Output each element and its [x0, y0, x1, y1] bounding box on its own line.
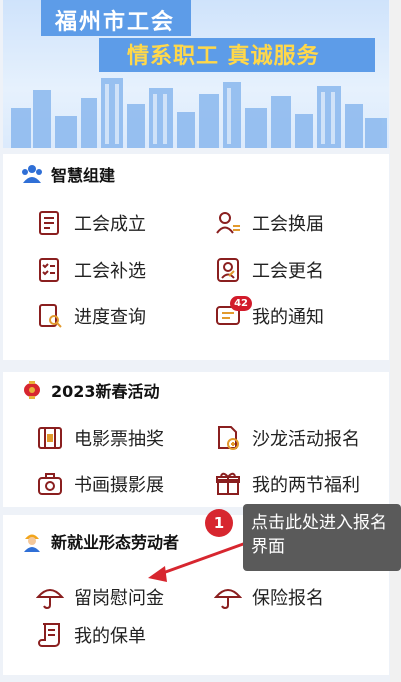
umbrella-icon: [213, 583, 243, 611]
item-label: 沙龙活动报名: [252, 429, 360, 450]
tutorial-tooltip: 点击此处进入报名界面: [243, 504, 401, 571]
worker-icon: [21, 530, 43, 552]
item-union-rename[interactable]: 工会更名: [214, 256, 324, 284]
item-insurance-signup[interactable]: 保险报名: [213, 583, 324, 611]
item-label: 进度查询: [74, 307, 146, 328]
building-doc-icon: [36, 209, 64, 237]
section-card-smart-build: 智慧组建 工会成立 工会换届 工会补选 工会更名 进度查询 42 我的通知: [3, 154, 389, 360]
section-title-text: 智慧组建: [51, 166, 116, 185]
item-label: 书画摄影展: [74, 475, 164, 496]
item-holiday-benefits[interactable]: 我的两节福利: [214, 470, 360, 498]
item-label: 工会换届: [252, 214, 324, 235]
item-label: 电影票抽奖: [74, 429, 164, 450]
item-union-by-election[interactable]: 工会补选: [36, 256, 146, 284]
section-title-text: 2023新春活动: [51, 382, 160, 401]
item-my-policy[interactable]: 我的保单: [36, 621, 146, 649]
item-my-notifications[interactable]: 42 我的通知: [214, 296, 324, 330]
section-title-smart-build: 智慧组建: [21, 162, 115, 186]
item-label: 留岗慰问金: [74, 588, 164, 609]
camera-icon: [36, 470, 64, 498]
section-title-new-workers: 新就业形态劳动者: [21, 529, 179, 553]
item-label: 我的保单: [74, 626, 146, 647]
item-label: 工会补选: [74, 261, 146, 282]
header-banner: 福州市工会 情系职工 真诚服务: [3, 0, 389, 148]
item-movie-lottery[interactable]: 电影票抽奖: [36, 424, 164, 452]
section-title-text: 新就业形态劳动者: [51, 533, 180, 552]
item-art-exhibition[interactable]: 书画摄影展: [36, 470, 164, 498]
notification-count-badge: 42: [230, 296, 252, 311]
step-marker: 1: [205, 509, 233, 537]
item-union-reelection[interactable]: 工会换届: [214, 209, 324, 237]
message-icon: 42: [214, 296, 252, 330]
lantern-icon: [21, 379, 43, 401]
doc-search-icon: [36, 302, 64, 330]
item-union-establish[interactable]: 工会成立: [36, 209, 146, 237]
item-progress-query[interactable]: 进度查询: [36, 302, 146, 330]
item-retention-subsidy[interactable]: 留岗慰问金: [35, 583, 164, 611]
user-edit-icon: [214, 256, 242, 284]
banner-title: 福州市工会: [55, 10, 176, 35]
banner-slogan: 情系职工 真诚服务: [127, 44, 320, 69]
item-label: 我的两节福利: [252, 475, 360, 496]
item-label: 我的通知: [252, 307, 324, 328]
user-list-icon: [214, 209, 242, 237]
section-card-spring-activity: 2023新春活动 电影票抽奖 沙龙活动报名 书画摄影展 我的两节福利: [3, 372, 389, 507]
umbrella-icon: [35, 583, 65, 611]
item-label: 保险报名: [252, 588, 324, 609]
item-label: 工会成立: [74, 214, 146, 235]
people-group-icon: [21, 163, 43, 185]
checklist-icon: [36, 256, 64, 284]
city-skyline-illustration: [11, 78, 387, 148]
item-salon-signup[interactable]: 沙龙活动报名: [214, 424, 360, 452]
scrollbar-track[interactable]: [390, 0, 401, 682]
film-icon: [36, 424, 64, 452]
gift-icon: [214, 470, 242, 498]
section-title-spring-activity: 2023新春活动: [21, 378, 160, 402]
pen-doc-icon: [214, 424, 242, 452]
item-label: 工会更名: [252, 261, 324, 282]
scroll-icon: [36, 621, 64, 649]
